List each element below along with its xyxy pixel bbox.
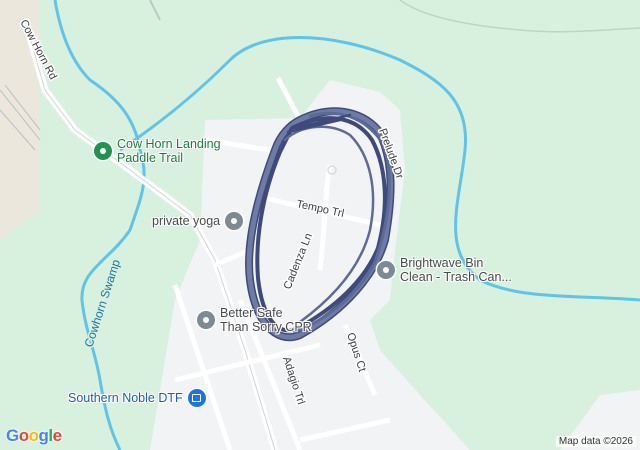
place-pin-icon — [197, 311, 215, 329]
poi-private-yoga[interactable]: private yoga — [152, 212, 244, 230]
poi-brightwave-bin-clean[interactable]: Brightwave Bin Clean - Trash Can... — [377, 256, 512, 284]
poi-label-line1: Brightwave Bin — [400, 256, 484, 270]
poi-label-line1: Better Safe — [220, 306, 283, 320]
poi-label-line2: Than Sorry CPR — [220, 320, 312, 334]
logo-letter: g — [38, 426, 49, 445]
poi-label: Southern Noble DTF — [68, 391, 183, 405]
poi-label: Better Safe Than Sorry CPR — [220, 306, 312, 334]
map-attribution[interactable]: Map data ©2026 — [555, 436, 636, 447]
shopping-bag-pin-icon — [187, 389, 206, 407]
logo-letter: o — [18, 426, 29, 445]
google-logo: Google — [6, 426, 62, 446]
poi-cow-horn-landing[interactable]: Cow Horn Landing Paddle Trail — [94, 137, 221, 165]
poi-better-safe-cpr[interactable]: Better Safe Than Sorry CPR — [197, 306, 312, 334]
poi-label-line2: Paddle Trail — [117, 151, 184, 165]
logo-letter: e — [52, 426, 62, 445]
poi-label: Brightwave Bin Clean - Trash Can... — [400, 256, 512, 284]
place-pin-icon — [225, 212, 244, 230]
poi-label: Cow Horn Landing Paddle Trail — [117, 137, 221, 165]
map-canvas[interactable]: Cow Horn Rd Prelude Dr Tempo Trl Cadenza… — [0, 0, 640, 450]
poi-label-line2: Clean - Trash Can... — [400, 270, 512, 284]
poi-label-line1: Cow Horn Landing — [117, 137, 221, 151]
place-pin-icon — [377, 261, 395, 279]
poi-southern-noble-dtf[interactable]: Southern Noble DTF — [68, 389, 206, 407]
poi-label: private yoga — [152, 214, 221, 228]
logo-letter: o — [28, 426, 39, 445]
park-pin-icon — [94, 142, 112, 160]
logo-letter: G — [6, 426, 19, 445]
